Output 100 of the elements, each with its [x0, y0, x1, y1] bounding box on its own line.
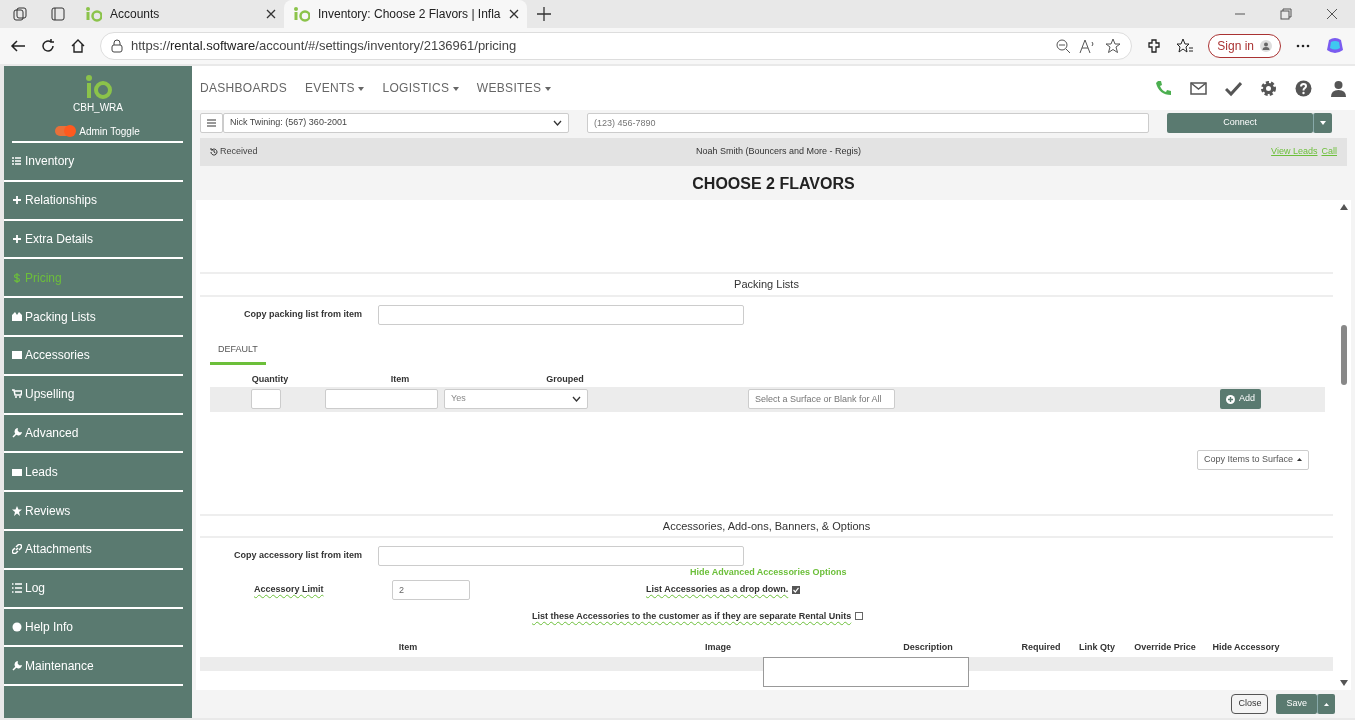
- lead-status: Received: [220, 145, 259, 159]
- list-icon: [12, 583, 22, 594]
- sidebar-item[interactable]: Reviews: [4, 492, 183, 531]
- caret-icon: [452, 86, 459, 91]
- chevron-icon: [553, 120, 562, 126]
- column-header: Hide Accessory: [1211, 641, 1281, 654]
- scroll-up-icon[interactable]: [1340, 204, 1348, 210]
- column-header: Grouped: [545, 373, 585, 386]
- company-logo-icon: [83, 74, 113, 100]
- restore-icon[interactable]: [1280, 8, 1292, 20]
- section-heading: Accessories, Add-ons, Banners, & Options: [200, 513, 1333, 538]
- nav-menu[interactable]: EVENTS: [305, 79, 365, 97]
- mail-icon[interactable]: [1190, 79, 1207, 97]
- check-icon[interactable]: [1225, 79, 1242, 97]
- refresh-icon[interactable]: [40, 38, 56, 54]
- brand-name: CBH_WRA: [73, 101, 123, 115]
- wrench-icon: [12, 660, 22, 671]
- sidebar-item[interactable]: Extra Details: [4, 220, 183, 260]
- item-field[interactable]: [378, 546, 744, 566]
- description-field[interactable]: [763, 656, 969, 687]
- address-bar[interactable]: https://rental.software/account/#/settings/inventory/2136961/pricing: [100, 32, 1133, 60]
- browser-tab[interactable]: Inventory: Choose 2 Flavors | Infla: [284, 0, 527, 28]
- checkbox[interactable]: [855, 612, 864, 621]
- item-field[interactable]: [378, 304, 744, 325]
- caret-icon: [1320, 121, 1326, 125]
- nav-menu[interactable]: DASHBOARDS: [200, 79, 288, 97]
- square-icon: [12, 350, 22, 361]
- column-header: Override Price: [1133, 641, 1197, 654]
- quantity-field[interactable]: [251, 389, 281, 409]
- field-label: Accessory Limit: [254, 582, 325, 596]
- scroll-down-icon[interactable]: [1340, 680, 1348, 686]
- nav-menu[interactable]: LOGISTICS: [382, 79, 459, 97]
- sidebar-item[interactable]: Log: [4, 569, 183, 609]
- section-tab[interactable]: DEFAULT: [210, 336, 266, 365]
- sidebar-item[interactable]: Packing Lists: [4, 298, 183, 337]
- dropdown-button[interactable]: [1317, 694, 1335, 714]
- list-icon: [12, 156, 22, 167]
- user-icon[interactable]: [1330, 79, 1347, 97]
- column-header: Quantity: [250, 373, 290, 386]
- phone-icon[interactable]: [1155, 79, 1172, 97]
- sidebar-item[interactable]: Maintenance: [4, 647, 183, 687]
- close-icon[interactable]: [266, 9, 276, 19]
- page-title: CHOOSE 2 FLAVORS: [691, 174, 856, 194]
- user-icon: [1260, 40, 1272, 52]
- plus-icon: [12, 195, 22, 206]
- add-button[interactable]: Add: [1220, 389, 1261, 409]
- home-icon[interactable]: [70, 38, 86, 54]
- sidebar-item[interactable]: Upselling: [4, 375, 183, 415]
- connect-button[interactable]: Connect: [1167, 113, 1313, 133]
- star-icon: [12, 505, 22, 516]
- nav-menu[interactable]: WEBSITES: [476, 79, 551, 97]
- extensions-icon[interactable]: [1146, 38, 1163, 54]
- back-icon[interactable]: [10, 38, 26, 54]
- wrench-icon: [12, 427, 22, 438]
- field-label: Copy packing list from item: [242, 307, 363, 321]
- sidebar-item[interactable]: Advanced: [4, 414, 183, 454]
- scrollbar-thumb[interactable]: [1341, 325, 1347, 385]
- sidebar-item[interactable]: Attachments: [4, 530, 183, 570]
- zoom-out-icon[interactable]: [1055, 38, 1072, 54]
- phone-field[interactable]: (123) 456-7890: [587, 113, 1149, 133]
- menu-button[interactable]: [200, 113, 223, 133]
- workspaces-icon[interactable]: [12, 6, 28, 22]
- caret-icon: [1324, 702, 1329, 706]
- new-tab-icon[interactable]: [536, 7, 551, 21]
- checkbox[interactable]: [792, 585, 801, 594]
- hide-options-link[interactable]: Hide Advanced Accessories Options: [690, 566, 847, 580]
- sidebar-item[interactable]: Leads: [4, 453, 183, 493]
- sign-in-button[interactable]: Sign in: [1208, 34, 1281, 58]
- field-label: Copy accessory list from item: [232, 549, 363, 563]
- option-label: List these Accessories to the customer as if they are separate Rental Units: [532, 609, 852, 623]
- close-button[interactable]: Close: [1231, 694, 1269, 714]
- copy-items-button[interactable]: Copy Items to Surface: [1196, 449, 1309, 470]
- site-logo-icon: [292, 6, 310, 22]
- toggle-switch[interactable]: [55, 126, 76, 136]
- copilot-icon[interactable]: [1325, 36, 1345, 56]
- star-icon[interactable]: [1105, 38, 1122, 54]
- caret-icon: [358, 86, 365, 91]
- sidebar-item[interactable]: Inventory: [4, 143, 183, 182]
- dropdown-button[interactable]: [1313, 113, 1332, 133]
- surface-field[interactable]: Select a Surface or Blank for All: [748, 389, 895, 409]
- close-icon[interactable]: [508, 9, 519, 19]
- help-icon[interactable]: [1295, 79, 1312, 97]
- plus-icon: [12, 234, 22, 244]
- tab-actions-icon[interactable]: [50, 6, 66, 22]
- limit-field[interactable]: 2: [392, 579, 470, 600]
- column-header: Image: [704, 641, 732, 654]
- contact-select[interactable]: Nick Twining: (567) 360-2001: [223, 113, 569, 133]
- sidebar-item[interactable]: Help Info: [4, 608, 183, 648]
- caret-icon: [1297, 458, 1302, 461]
- item-field[interactable]: [325, 389, 438, 409]
- close-icon[interactable]: [1326, 8, 1338, 20]
- dollar-icon: [12, 272, 22, 283]
- grouped-select[interactable]: Yes: [444, 389, 588, 409]
- browser-tab[interactable]: Accounts: [76, 0, 284, 28]
- save-button[interactable]: Save: [1276, 694, 1317, 714]
- sidebar-item[interactable]: Accessories: [4, 337, 183, 376]
- settings-icon[interactable]: [1260, 79, 1277, 97]
- favorites-icon[interactable]: [1176, 38, 1195, 54]
- history-icon: [210, 148, 218, 156]
- sidebar-item[interactable]: Relationships: [4, 181, 183, 221]
